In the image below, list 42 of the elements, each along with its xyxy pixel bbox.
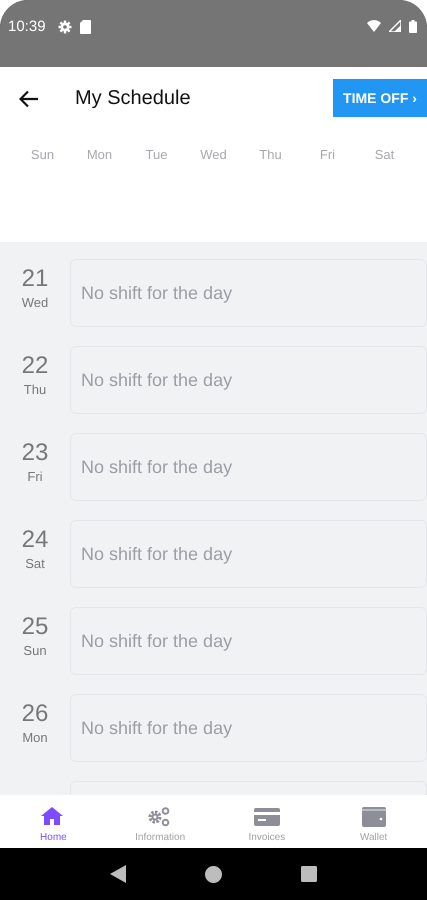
- day-name: Sun: [23, 643, 47, 658]
- clock: 10:39: [8, 18, 46, 35]
- day-name: Thu: [24, 382, 46, 397]
- sd-card-icon: [80, 20, 91, 34]
- day-number: 24: [22, 528, 48, 552]
- nav-tab[interactable]: Invoices: [214, 795, 320, 848]
- time-off-button[interactable]: TIME OFF ›: [333, 78, 427, 116]
- day-number: 26: [22, 702, 48, 726]
- day-name: Mon: [22, 730, 48, 745]
- signal-icon: [389, 20, 401, 32]
- nav-tab[interactable]: Home: [0, 795, 107, 848]
- shift-card[interactable]: No shift for the day: [70, 433, 427, 501]
- back-icon[interactable]: [110, 865, 126, 883]
- weekday-label: Sun: [30, 146, 54, 162]
- weekday-label: Tue: [146, 146, 168, 162]
- weekday-label: Wed: [200, 146, 227, 162]
- back-arrow-icon[interactable]: [19, 90, 39, 108]
- weekday-label: Fri: [320, 146, 336, 162]
- battery-icon: [409, 20, 417, 33]
- day-name: Fri: [27, 469, 43, 484]
- shift-card[interactable]: No shift for the day: [70, 259, 427, 327]
- home-icon[interactable]: [204, 866, 222, 882]
- screen-title: My Schedule: [75, 87, 192, 110]
- wifi-icon: [367, 20, 381, 32]
- gear-icon: [58, 20, 72, 34]
- nav-tab[interactable]: Information: [106, 795, 214, 848]
- shift-card[interactable]: No shift for the day: [70, 694, 427, 762]
- day-number: 21: [22, 267, 48, 291]
- shift-card[interactable]: No shift for the day: [70, 346, 427, 414]
- weekday-label: Thu: [259, 146, 282, 162]
- day-number: 25: [22, 615, 48, 639]
- day-number: 22: [22, 354, 48, 378]
- weekday-label: Mon: [86, 146, 112, 162]
- shift-card[interactable]: No shift for the day: [70, 607, 427, 675]
- weekday-label: Sat: [374, 146, 394, 162]
- recents-icon[interactable]: [301, 866, 318, 882]
- day-name: Sat: [25, 556, 45, 571]
- nav-tab[interactable]: Wallet: [320, 795, 427, 848]
- day-name: Wed: [22, 295, 48, 310]
- shift-card[interactable]: No shift for the day: [70, 520, 427, 588]
- wallet-icon: [360, 804, 387, 828]
- day-number: 23: [22, 441, 48, 465]
